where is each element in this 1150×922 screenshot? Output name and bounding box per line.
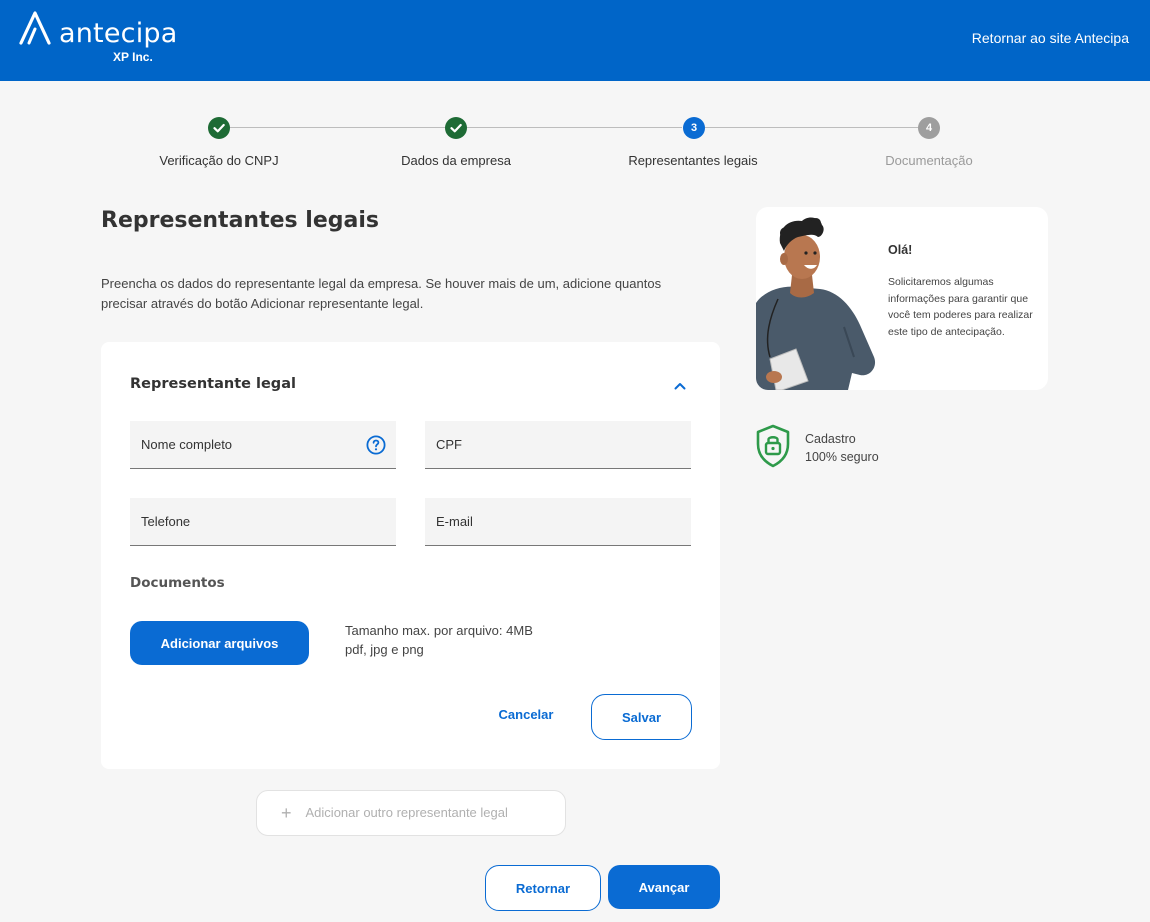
step-1-done xyxy=(208,117,230,139)
file-info: Tamanho max. por arquivo: 4MB pdf, jpg e… xyxy=(345,621,533,659)
step-connector xyxy=(705,127,918,128)
documents-title: Documentos xyxy=(130,575,225,591)
person-illustration xyxy=(756,217,876,390)
full-name-field xyxy=(130,421,396,469)
cpf-input[interactable] xyxy=(425,421,691,468)
step-4-label: Documentação xyxy=(885,153,973,168)
next-button[interactable]: Avançar xyxy=(608,865,720,909)
phone-field xyxy=(130,498,396,546)
phone-input[interactable] xyxy=(130,498,396,545)
info-card: Olá! Solicitaremos algumas informações p… xyxy=(756,207,1048,390)
top-bar: antecipa XP Inc. Retornar ao site Anteci… xyxy=(0,0,1150,81)
plus-icon: + xyxy=(281,802,292,823)
secure-line-1: Cadastro xyxy=(805,432,856,446)
add-files-button[interactable]: Adicionar arquivos xyxy=(130,621,309,665)
step-1-label: Verificação do CNPJ xyxy=(159,153,279,168)
email-field xyxy=(425,498,691,546)
representative-form-card: Representante legal Documentos Adicionar… xyxy=(101,342,720,769)
logo-mark-icon xyxy=(19,11,51,45)
step-2-label: Dados da empresa xyxy=(401,153,511,168)
add-representative-label: Adicionar outro representante legal xyxy=(305,804,508,820)
secure-line-2: 100% seguro xyxy=(805,450,879,464)
shield-lock-icon xyxy=(756,424,790,468)
full-name-input[interactable] xyxy=(130,421,396,468)
intro-text: Preencha os dados do representante legal… xyxy=(101,276,662,311)
step-2-done xyxy=(445,117,467,139)
brand-name: antecipa xyxy=(59,18,178,49)
back-to-site-link[interactable]: Retornar ao site Antecipa xyxy=(972,30,1129,46)
hello-title: Olá! xyxy=(888,243,913,257)
add-representative-button[interactable]: + Adicionar outro representante legal xyxy=(256,790,566,836)
cpf-field xyxy=(425,421,691,469)
help-circle-icon[interactable] xyxy=(366,435,386,455)
step-connector xyxy=(230,127,445,128)
check-icon xyxy=(213,123,225,133)
chevron-up-icon[interactable] xyxy=(672,378,688,394)
step-connector xyxy=(467,127,682,128)
back-button[interactable]: Retornar xyxy=(485,865,601,911)
email-input[interactable] xyxy=(425,498,691,545)
info-text: Solicitaremos algumas informações para g… xyxy=(888,276,1033,338)
secure-badge-text: Cadastro 100% seguro xyxy=(805,430,879,466)
file-size-info: Tamanho max. por arquivo: 4MB xyxy=(345,623,533,638)
step-4-pending: 4 xyxy=(918,117,940,139)
cancel-button[interactable]: Cancelar xyxy=(486,694,566,734)
progress-stepper: 3 4 Verificação do CNPJ Dados da empresa… xyxy=(0,117,1150,177)
brand-sub: XP Inc. xyxy=(113,50,153,64)
step-3-label: Representantes legais xyxy=(628,153,758,168)
step-3-current: 3 xyxy=(683,117,705,139)
page-title: Representantes legais xyxy=(101,208,379,233)
check-icon xyxy=(450,123,462,133)
section-title: Representante legal xyxy=(130,376,296,392)
file-types-info: pdf, jpg e png xyxy=(345,642,424,657)
save-button[interactable]: Salvar xyxy=(591,694,692,740)
brand-logo[interactable]: antecipa XP Inc. xyxy=(18,10,178,70)
